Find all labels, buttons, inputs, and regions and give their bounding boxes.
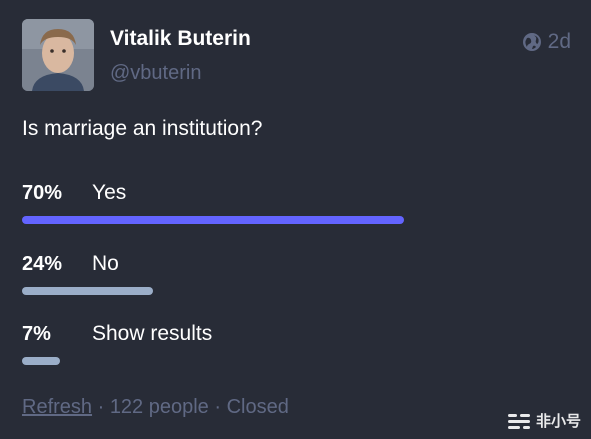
footer-separator: · — [208, 396, 227, 418]
poll-option-bar — [22, 357, 60, 365]
poll-option-bar — [22, 287, 153, 295]
poll-option-bar — [22, 216, 404, 224]
poll-option-label: Show results — [92, 322, 213, 345]
footer-separator: · — [92, 396, 110, 418]
watermark: 非小号 — [506, 410, 581, 431]
status-meta: 2d — [522, 30, 571, 54]
poll-option: 70% Yes — [22, 180, 567, 224]
poll-question: Is marriage an institution? — [22, 117, 263, 140]
poll-status-card: Vitalik Buterin @vbuterin 2d Is marriage… — [0, 0, 591, 439]
watermark-text: 非小号 — [535, 413, 581, 430]
poll-option: 24% No — [22, 251, 567, 295]
watermark-logo-icon — [506, 411, 532, 431]
author-handle[interactable]: @vbuterin — [110, 62, 201, 85]
poll-option-percent: 70% — [22, 181, 63, 204]
poll-option-label: No — [92, 252, 119, 275]
voter-count: 122 people — [109, 396, 209, 418]
poll-footer: Refresh · 122 people · Closed — [22, 396, 289, 419]
poll-option-percent: 24% — [22, 252, 63, 275]
poll-option: 7% Show results — [22, 321, 567, 365]
poll-option-percent: 7% — [22, 322, 51, 345]
relative-time[interactable]: 2d — [548, 30, 571, 54]
avatar[interactable] — [22, 19, 94, 91]
poll-status: Closed — [226, 396, 289, 418]
refresh-link[interactable]: Refresh — [22, 396, 92, 418]
poll-option-label: Yes — [92, 181, 127, 204]
author-display-name[interactable]: Vitalik Buterin — [110, 27, 251, 51]
globe-icon — [522, 32, 542, 52]
